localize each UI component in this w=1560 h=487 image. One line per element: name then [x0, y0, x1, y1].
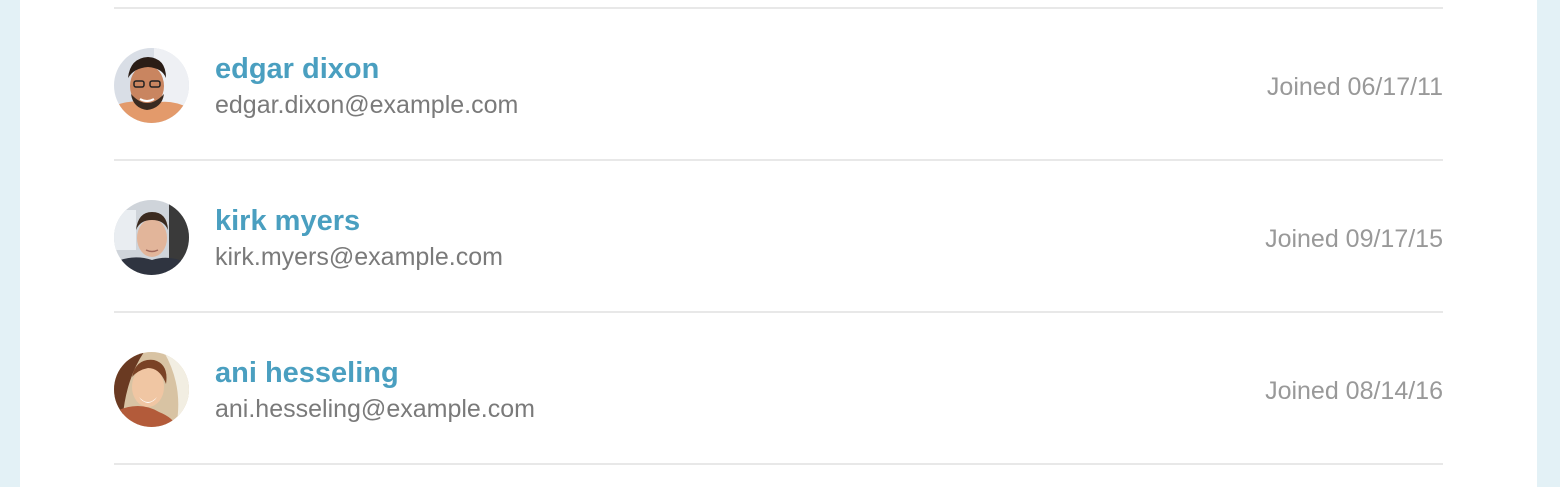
user-email: edgar.dixon@example.com — [215, 91, 519, 119]
user-list-panel: edgar dixon edgar.dixon@example.com Join… — [20, 0, 1537, 487]
avatar-photo-icon — [114, 352, 189, 427]
user-name-link[interactable]: kirk myers — [215, 205, 360, 238]
avatar[interactable] — [114, 48, 189, 123]
user-email: kirk.myers@example.com — [215, 243, 503, 271]
user-name-link[interactable]: ani hesseling — [215, 357, 399, 390]
avatar-photo-icon — [114, 48, 189, 123]
divider — [114, 463, 1443, 465]
list-item[interactable]: ani hesseling ani.hesseling@example.com … — [114, 313, 1443, 463]
list-item[interactable]: edgar dixon edgar.dixon@example.com Join… — [114, 9, 1443, 159]
user-name-link[interactable]: edgar dixon — [215, 53, 379, 86]
user-email: ani.hesseling@example.com — [215, 395, 535, 423]
avatar[interactable] — [114, 352, 189, 427]
list-item[interactable]: kirk myers kirk.myers@example.com Joined… — [114, 161, 1443, 311]
avatar-photo-icon — [114, 200, 189, 275]
joined-date: Joined 08/14/16 — [1265, 377, 1443, 405]
joined-date: Joined 06/17/11 — [1266, 73, 1443, 101]
avatar[interactable] — [114, 200, 189, 275]
joined-date: Joined 09/17/15 — [1265, 225, 1443, 253]
